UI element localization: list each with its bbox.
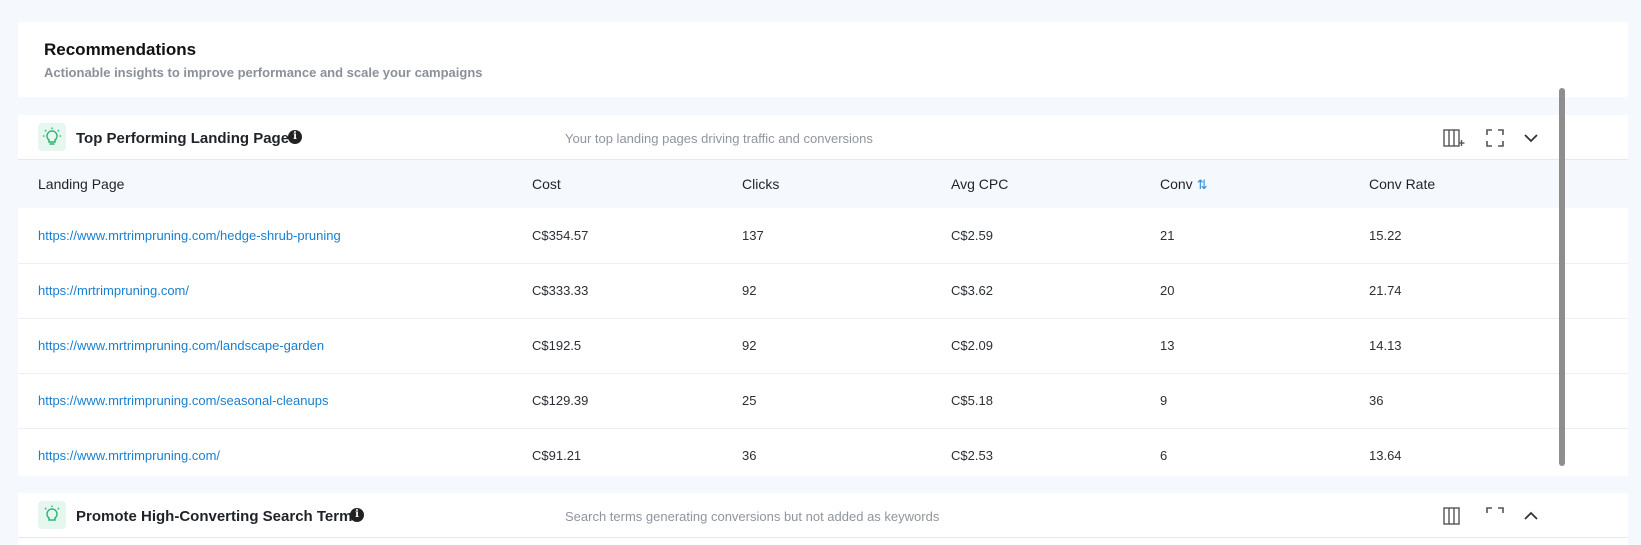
conv-rate-cell: 36 <box>1349 373 1628 429</box>
columns-add-icon[interactable] <box>1443 505 1465 527</box>
info-icon[interactable]: i <box>288 130 302 144</box>
panel-header: Top Performing Landing Pages i Your top … <box>18 115 1628 160</box>
column-header-clicks[interactable]: Clicks <box>722 160 931 208</box>
recommendations-header: Recommendations Actionable insights to i… <box>18 22 1628 97</box>
clicks-cell: 92 <box>722 318 931 374</box>
avg-cpc-cell: C$5.18 <box>931 373 1140 429</box>
lightbulb-icon <box>38 123 66 151</box>
panel-description: Search terms generating conversions but … <box>565 509 940 524</box>
cost-cell: C$333.33 <box>512 263 722 319</box>
cost-cell: C$354.57 <box>512 208 722 264</box>
panel-description: Your top landing pages driving traffic a… <box>565 131 873 146</box>
table-row: https://mrtrimpruning.com/ C$333.33 92 C… <box>18 263 1628 319</box>
info-icon[interactable]: i <box>350 508 364 522</box>
lightbulb-icon <box>38 501 66 529</box>
landing-pages-table: Landing Page Cost Clicks Avg CPC Conv ⇅ C… <box>18 160 1628 483</box>
conv-cell: 21 <box>1140 208 1349 264</box>
landing-page-link[interactable]: https://www.mrtrimpruning.com/hedge-shru… <box>18 208 512 264</box>
conv-rate-cell: 13.64 <box>1369 448 1402 464</box>
conv-rate-cell: 14.13 <box>1349 318 1628 374</box>
clicks-cell: 137 <box>722 208 931 264</box>
avg-cpc-cell: C$3.62 <box>931 263 1140 319</box>
page-title: Recommendations <box>44 40 197 59</box>
page-subtitle: Actionable insights to improve performan… <box>44 65 483 80</box>
clicks-cell: 36 <box>742 448 757 464</box>
columns-add-icon[interactable] <box>1443 127 1465 149</box>
clicks-cell: 25 <box>722 373 931 429</box>
sort-icon[interactable]: ⇅ <box>1197 177 1208 192</box>
conv-cell: 6 <box>1160 448 1168 464</box>
cost-cell: C$192.5 <box>512 318 722 374</box>
conv-cell: 13 <box>1140 318 1349 374</box>
landing-page-link[interactable]: https://www.mrtrimpruning.com/ <box>18 428 512 483</box>
table-row: https://www.mrtrimpruning.com/ C$91.21 3… <box>18 428 1628 483</box>
table-row: https://www.mrtrimpruning.com/landscape-… <box>18 318 1628 374</box>
table-row: https://www.mrtrimpruning.com/seasonal-c… <box>18 373 1628 429</box>
conv-rate-cell: 15.22 <box>1349 208 1628 264</box>
landing-page-link[interactable]: https://www.mrtrimpruning.com/landscape-… <box>18 318 512 374</box>
fullscreen-icon[interactable] <box>1484 505 1506 527</box>
cost-cell: C$91.21 <box>532 448 582 464</box>
clicks-cell: 92 <box>722 263 931 319</box>
chevron-up-icon[interactable] <box>1520 505 1542 527</box>
conv-cell: 9 <box>1140 373 1349 429</box>
panel-title: Top Performing Landing Pages <box>76 130 298 147</box>
avg-cpc-cell: C$2.09 <box>931 318 1140 374</box>
landing-page-link[interactable]: https://mrtrimpruning.com/ <box>18 263 512 319</box>
column-header-landing-page[interactable]: Landing Page <box>18 160 512 208</box>
search-terms-panel: Promote High-Converting Search Terms i S… <box>18 493 1628 545</box>
panel-title: Promote High-Converting Search Terms <box>76 508 361 525</box>
cost-cell: C$129.39 <box>512 373 722 429</box>
column-header-cost[interactable]: Cost <box>512 160 722 208</box>
avg-cpc-cell: C$2.53 <box>951 448 993 464</box>
column-header-conv[interactable]: Conv ⇅ <box>1140 160 1349 208</box>
top-strip <box>0 0 1641 22</box>
table-row: https://www.mrtrimpruning.com/hedge-shru… <box>18 208 1628 264</box>
landing-page-link[interactable]: https://www.mrtrimpruning.com/seasonal-c… <box>18 373 512 429</box>
fullscreen-icon[interactable] <box>1484 127 1506 149</box>
chevron-down-icon[interactable] <box>1520 127 1542 149</box>
column-header-conv-label: Conv <box>1160 175 1193 192</box>
panel-header: Promote High-Converting Search Terms i S… <box>18 493 1628 538</box>
conv-rate-cell: 21.74 <box>1349 263 1628 319</box>
avg-cpc-cell: C$2.59 <box>931 208 1140 264</box>
table-header-row: Landing Page Cost Clicks Avg CPC Conv ⇅ C… <box>18 160 1628 208</box>
top-landing-pages-panel: Top Performing Landing Pages i Your top … <box>18 115 1628 476</box>
column-header-conv-rate[interactable]: Conv Rate <box>1349 160 1628 208</box>
scrollbar-thumb[interactable] <box>1559 88 1565 466</box>
conv-cell: 20 <box>1140 263 1349 319</box>
column-header-avg-cpc[interactable]: Avg CPC <box>931 160 1140 208</box>
